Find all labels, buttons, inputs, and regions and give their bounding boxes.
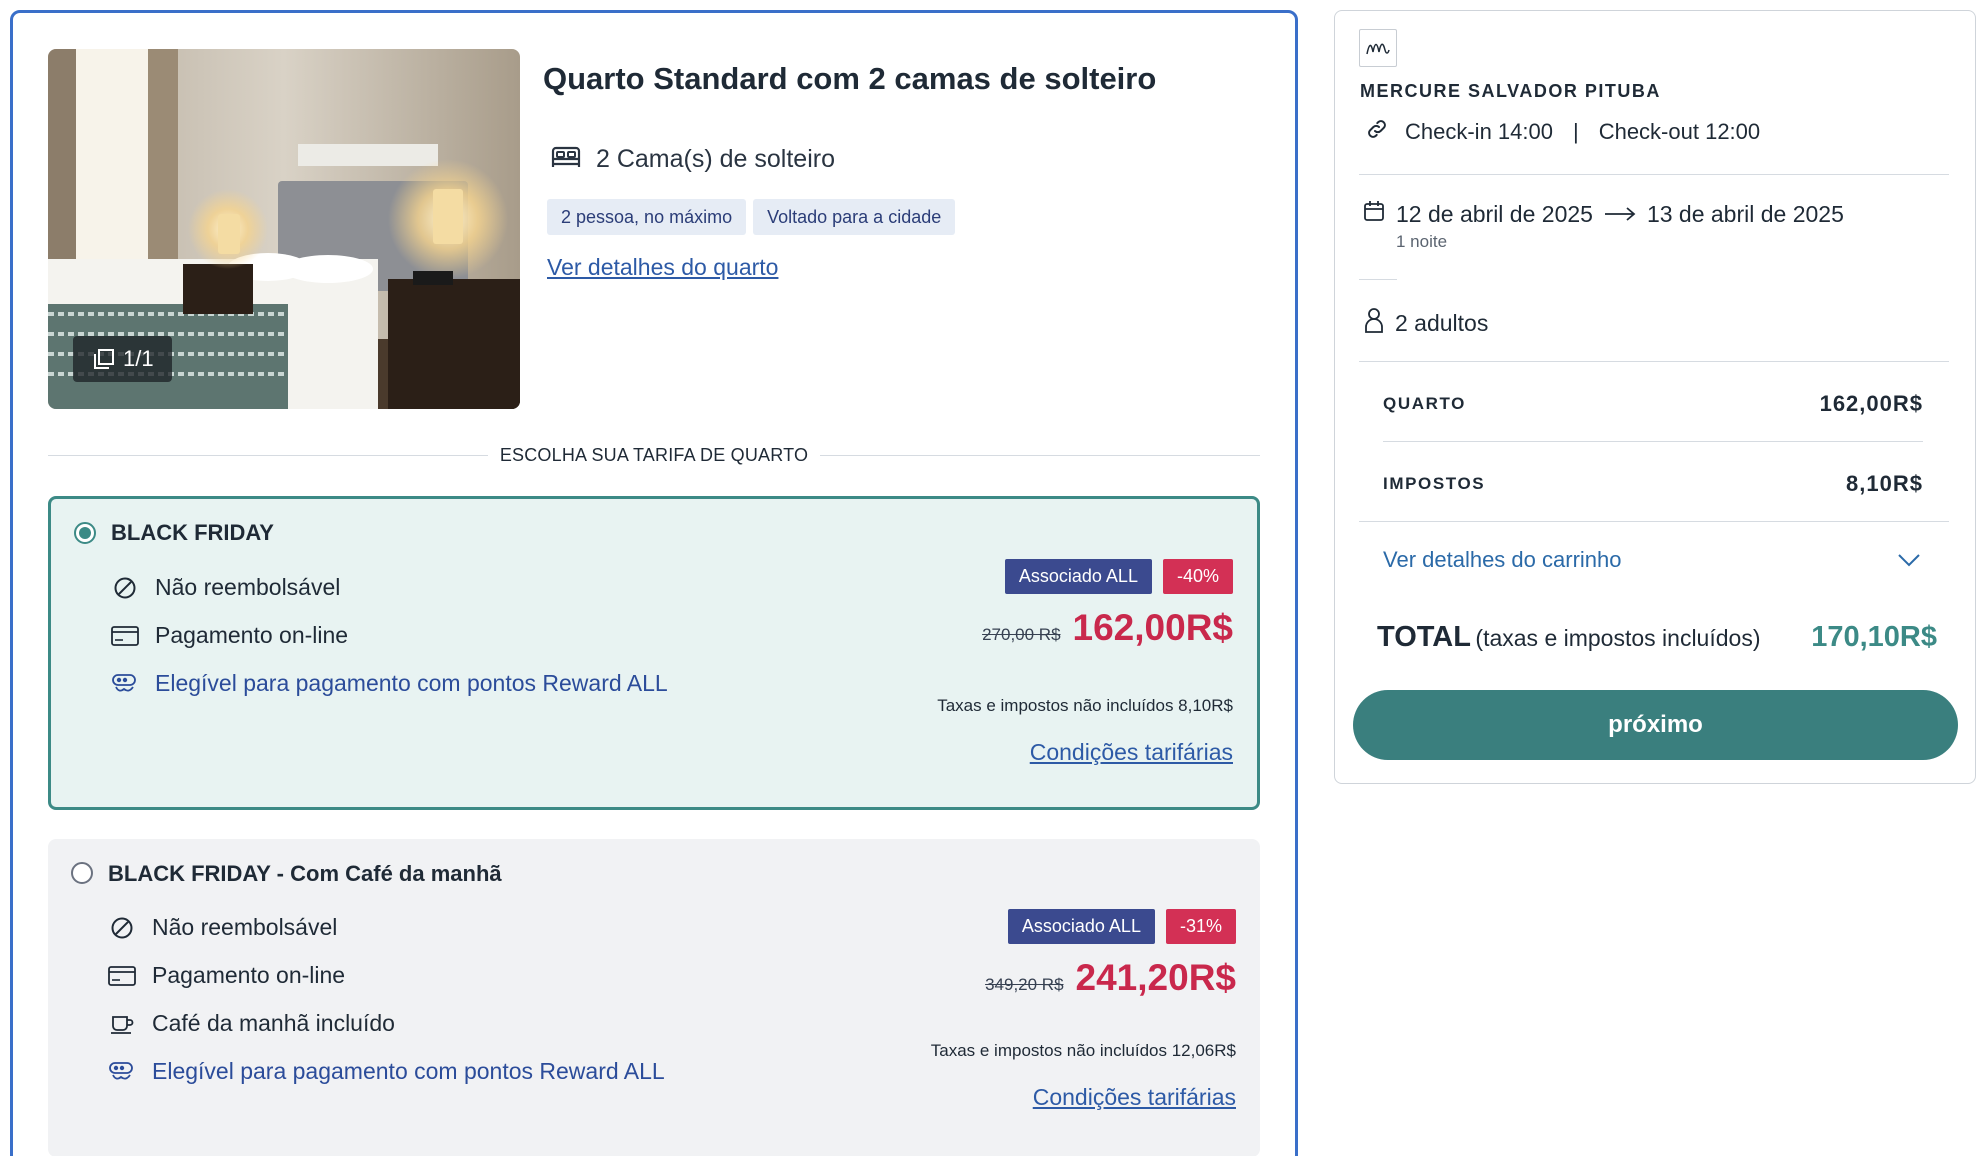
divider (1359, 361, 1949, 362)
room-tags: 2 pessoa, no máximo Voltado para a cidad… (547, 199, 956, 235)
check-in-time: Check-in 14:00 (1405, 119, 1553, 144)
divider (1359, 174, 1949, 175)
bed-icon (550, 143, 582, 176)
cart-details-toggle[interactable]: Ver detalhes do carrinho (1383, 547, 1921, 573)
no-refund-icon (108, 916, 136, 940)
rate-price: 270,00 R$ 162,00R$ (982, 607, 1233, 649)
person-icon (1363, 306, 1385, 340)
feature-non-refundable: Não reembolsável (111, 574, 340, 601)
credit-card-icon (111, 625, 139, 646)
discount-badge: -31% (1165, 909, 1236, 944)
rate-radio-unselected[interactable] (71, 862, 93, 884)
view-tag: Voltado para a cidade (753, 199, 956, 235)
feature-reward-points[interactable]: Elegível para pagamento com pontos Rewar… (108, 1058, 665, 1085)
nights-count: 1 noite (1396, 232, 1448, 251)
room-photo[interactable]: 1/1 (48, 49, 520, 409)
link-icon (1365, 117, 1389, 147)
total-row: TOTAL (taxas e impostos incluídos) 170,1… (1377, 621, 1937, 654)
coffee-cup-icon (108, 1014, 136, 1034)
divider-line (820, 455, 1260, 456)
hotel-logo-icon (1359, 29, 1397, 67)
rate-conditions-link[interactable]: Condições tarifárias (1033, 1084, 1236, 1111)
credit-card-icon (108, 965, 136, 986)
checkin-checkout: Check-in 14:00 | Check-out 12:00 (1365, 117, 1760, 147)
rate-radio-selected[interactable] (74, 522, 96, 544)
room-details-link[interactable]: Ver detalhes do quarto (547, 254, 778, 281)
total-value: 170,10R$ (1811, 621, 1937, 653)
stay-dates: 12 de abril de 2025 13 de abril de 2025 (1362, 199, 1844, 229)
photo-gallery-button[interactable]: 1/1 (73, 336, 172, 382)
check-out-time: Check-out 12:00 (1598, 119, 1761, 144)
photo-counter-text: 1/1 (123, 346, 154, 371)
feature-online-payment: Pagamento on-line (111, 622, 348, 649)
date-to: 13 de abril de 2025 (1646, 200, 1844, 227)
tax-note: Taxas e impostos não incluídos 12,06R$ (930, 1041, 1236, 1060)
discounted-price: 162,00R$ (1072, 607, 1233, 648)
discount-badge: -40% (1162, 559, 1233, 594)
taxes-line: IMPOSTOS 8,10R$ (1383, 471, 1923, 497)
rate-section-divider: ESCOLHA SUA TARIFA DE QUARTO (48, 444, 1260, 466)
hotel-name: MERCURE SALVADOR PITUBA (1360, 81, 1661, 101)
cart-details-label: Ver detalhes do carrinho (1383, 547, 1622, 572)
reward-points-icon (108, 1061, 136, 1083)
booking-summary: MERCURE SALVADOR PITUBA Check-in 14:00 |… (1334, 10, 1976, 784)
room-title: Quarto Standard com 2 camas de solteiro (543, 61, 1157, 96)
rate-price: 349,20 R$ 241,20R$ (985, 957, 1236, 999)
beds-text: 2 Cama(s) de solteiro (596, 145, 835, 173)
room-card: 1/1 Quarto Standard com 2 camas de solte… (10, 10, 1298, 1156)
taxes-value: 8,10R$ (1846, 471, 1923, 496)
divider-line (48, 455, 488, 456)
room-price-label: QUARTO (1383, 394, 1466, 413)
total-label: TOTAL (1377, 621, 1471, 653)
rate-option-black-friday-breakfast[interactable]: BLACK FRIDAY - Com Café da manhã Não ree… (48, 839, 1260, 1156)
divider (1359, 521, 1949, 522)
rate-name: BLACK FRIDAY (111, 520, 274, 545)
divider (1359, 279, 1397, 280)
reward-points-icon (111, 673, 139, 695)
feature-non-refundable: Não reembolsável (108, 914, 337, 941)
discounted-price: 241,20R$ (1075, 957, 1236, 998)
chevron-down-icon (1897, 547, 1921, 573)
rate-name: BLACK FRIDAY - Com Café da manhã (108, 861, 502, 886)
feature-reward-points[interactable]: Elegível para pagamento com pontos Rewar… (111, 670, 668, 697)
rate-badges: Associado ALL -31% (1007, 909, 1236, 944)
feature-online-payment: Pagamento on-line (108, 962, 345, 989)
calendar-icon (1362, 199, 1386, 229)
beds-info: 2 Cama(s) de solteiro (550, 143, 835, 176)
no-refund-icon (111, 576, 139, 600)
original-price: 270,00 R$ (982, 625, 1061, 644)
rate-section-label: ESCOLHA SUA TARIFA DE QUARTO (499, 445, 809, 465)
original-price: 349,20 R$ (985, 975, 1064, 994)
rate-option-black-friday[interactable]: BLACK FRIDAY Não reembolsável Pagamento … (48, 496, 1260, 810)
rate-conditions-link[interactable]: Condições tarifárias (1030, 739, 1233, 766)
next-button[interactable]: próximo (1353, 690, 1958, 760)
member-badge: Associado ALL (1007, 909, 1155, 944)
taxes-label: IMPOSTOS (1383, 474, 1486, 493)
rate-badges: Associado ALL -40% (1004, 559, 1233, 594)
member-badge: Associado ALL (1004, 559, 1152, 594)
guests-info: 2 adultos (1363, 306, 1488, 340)
feature-breakfast-included: Café da manhã incluído (108, 1010, 395, 1037)
total-subtext: (taxas e impostos incluídos) (1475, 625, 1761, 651)
tax-note: Taxas e impostos não incluídos 8,10R$ (937, 696, 1233, 715)
date-from: 12 de abril de 2025 (1396, 200, 1593, 227)
checkin-separator: | (1572, 119, 1579, 144)
gallery-icon (93, 348, 115, 370)
room-price-value: 162,00R$ (1819, 391, 1923, 416)
arrow-right-icon (1603, 201, 1637, 228)
divider (1383, 441, 1923, 442)
guests-text: 2 adultos (1395, 309, 1489, 336)
max-occupancy-tag: 2 pessoa, no máximo (547, 199, 747, 235)
room-price-line: QUARTO 162,00R$ (1383, 391, 1923, 417)
